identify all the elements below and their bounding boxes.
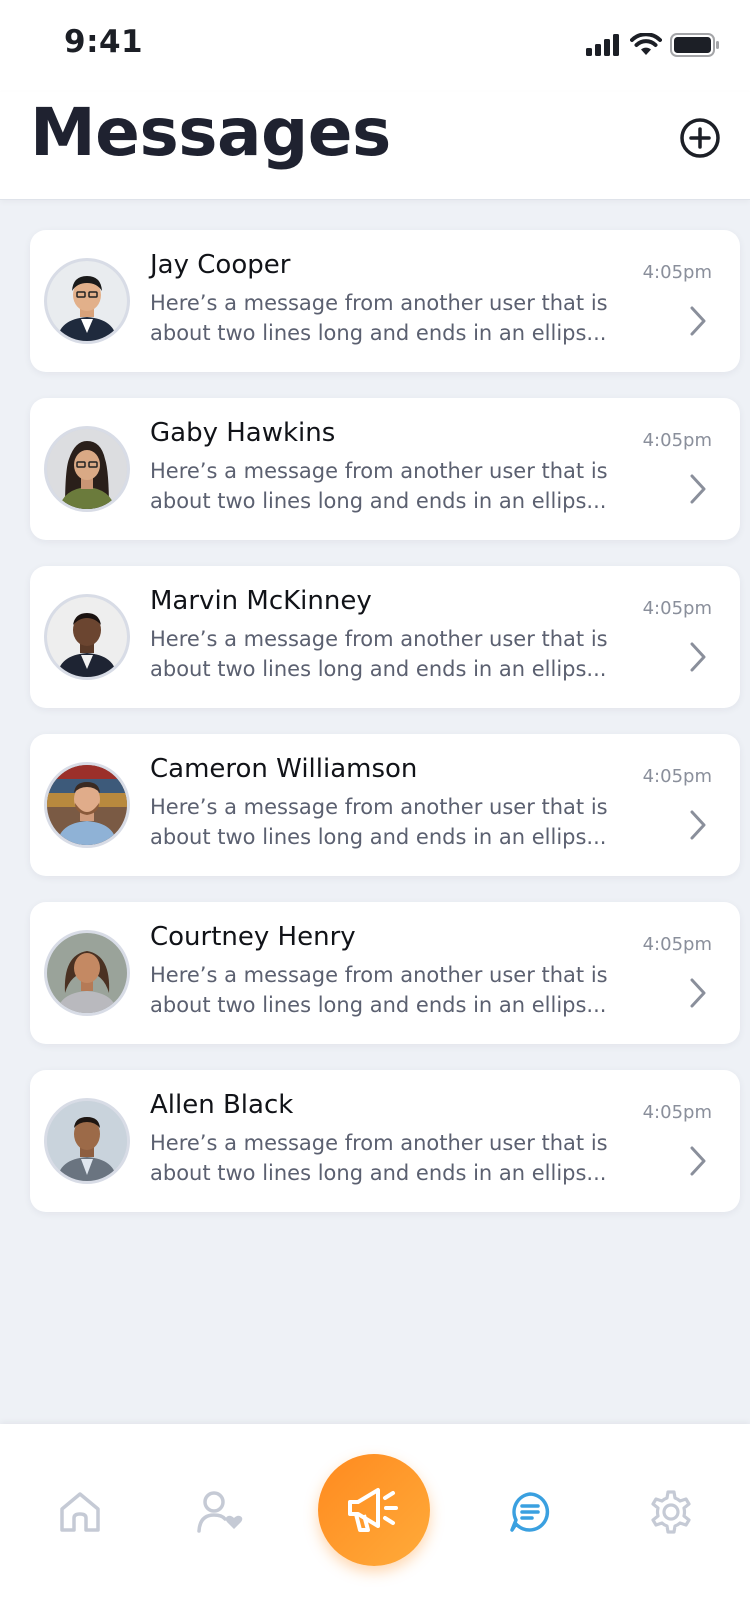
chat-bubble-icon (510, 1492, 550, 1532)
message-time: 4:05pm (642, 766, 712, 787)
contact-name: Courtney Henry (150, 922, 356, 952)
preview-line: about two lines long and ends in an elli… (150, 657, 607, 681)
message-time: 4:05pm (642, 598, 712, 619)
contact-name: Allen Black (150, 1090, 294, 1120)
tab-bar (0, 1424, 750, 1624)
conversation-item[interactable]: Cameron Williamson Here’s a message from… (30, 734, 740, 876)
contact-name: Marvin McKinney (150, 586, 372, 616)
home-icon (60, 1492, 100, 1532)
preview-line: Here’s a message from another user that … (150, 459, 608, 483)
preview-line: Here’s a message from another user that … (150, 291, 608, 315)
conversation-item[interactable]: Jay Cooper Here’s a message from another… (30, 230, 740, 372)
status-time: 9:41 (64, 24, 144, 60)
chevron-right-icon (690, 810, 706, 840)
avatar (44, 426, 130, 512)
plus-circle-icon (680, 118, 720, 158)
megaphone-icon (348, 1488, 398, 1532)
page-title: Messages (30, 94, 391, 171)
tab-settings[interactable] (645, 1486, 697, 1538)
preview-line: Here’s a message from another user that … (150, 795, 608, 819)
preview-line: about two lines long and ends in an elli… (150, 825, 607, 849)
header: Messages (0, 92, 750, 200)
user-heart-icon (197, 1491, 243, 1533)
chevron-right-icon (690, 306, 706, 336)
avatar (44, 762, 130, 848)
conversation-item[interactable]: Courtney Henry Here’s a message from ano… (30, 902, 740, 1044)
avatar (44, 594, 130, 680)
message-preview: Here’s a message from another user that … (150, 456, 610, 516)
message-time: 4:05pm (642, 262, 712, 283)
status-bar: 9:41 (0, 0, 750, 92)
preview-line: Here’s a message from another user that … (150, 1131, 608, 1155)
message-preview: Here’s a message from another user that … (150, 624, 610, 684)
conversation-item[interactable]: Marvin McKinney Here’s a message from an… (30, 566, 740, 708)
battery-icon (670, 33, 719, 57)
wifi-icon (630, 33, 662, 55)
contact-name: Gaby Hawkins (150, 418, 336, 448)
conversation-list: Jay Cooper Here’s a message from another… (30, 230, 740, 1238)
signal-icon (586, 34, 619, 56)
tab-messages[interactable] (504, 1486, 556, 1538)
conversation-item[interactable]: Allen Black Here’s a message from anothe… (30, 1070, 740, 1212)
message-time: 4:05pm (642, 1102, 712, 1123)
message-preview: Here’s a message from another user that … (150, 960, 610, 1020)
chevron-right-icon (690, 978, 706, 1008)
preview-line: Here’s a message from another user that … (150, 963, 608, 987)
preview-line: about two lines long and ends in an elli… (150, 489, 607, 513)
preview-line: Here’s a message from another user that … (150, 627, 608, 651)
message-preview: Here’s a message from another user that … (150, 792, 610, 852)
message-preview: Here’s a message from another user that … (150, 288, 610, 348)
preview-line: about two lines long and ends in an elli… (150, 1161, 607, 1185)
tab-friends[interactable] (194, 1486, 246, 1538)
avatar (44, 258, 130, 344)
message-time: 4:05pm (642, 430, 712, 451)
preview-line: about two lines long and ends in an elli… (150, 993, 607, 1017)
avatar (44, 930, 130, 1016)
avatar (44, 1098, 130, 1184)
chevron-right-icon (690, 642, 706, 672)
message-preview: Here’s a message from another user that … (150, 1128, 610, 1188)
preview-line: about two lines long and ends in an elli… (150, 321, 607, 345)
contact-name: Cameron Williamson (150, 754, 418, 784)
status-icons (586, 30, 720, 60)
gear-icon (651, 1490, 691, 1534)
message-time: 4:05pm (642, 934, 712, 955)
conversation-item[interactable]: Gaby Hawkins Here’s a message from anoth… (30, 398, 740, 540)
chevron-right-icon (690, 1146, 706, 1176)
broadcast-button[interactable] (318, 1454, 430, 1566)
chevron-right-icon (690, 474, 706, 504)
new-message-button[interactable] (678, 116, 722, 160)
tab-home[interactable] (54, 1486, 106, 1538)
contact-name: Jay Cooper (150, 250, 291, 280)
